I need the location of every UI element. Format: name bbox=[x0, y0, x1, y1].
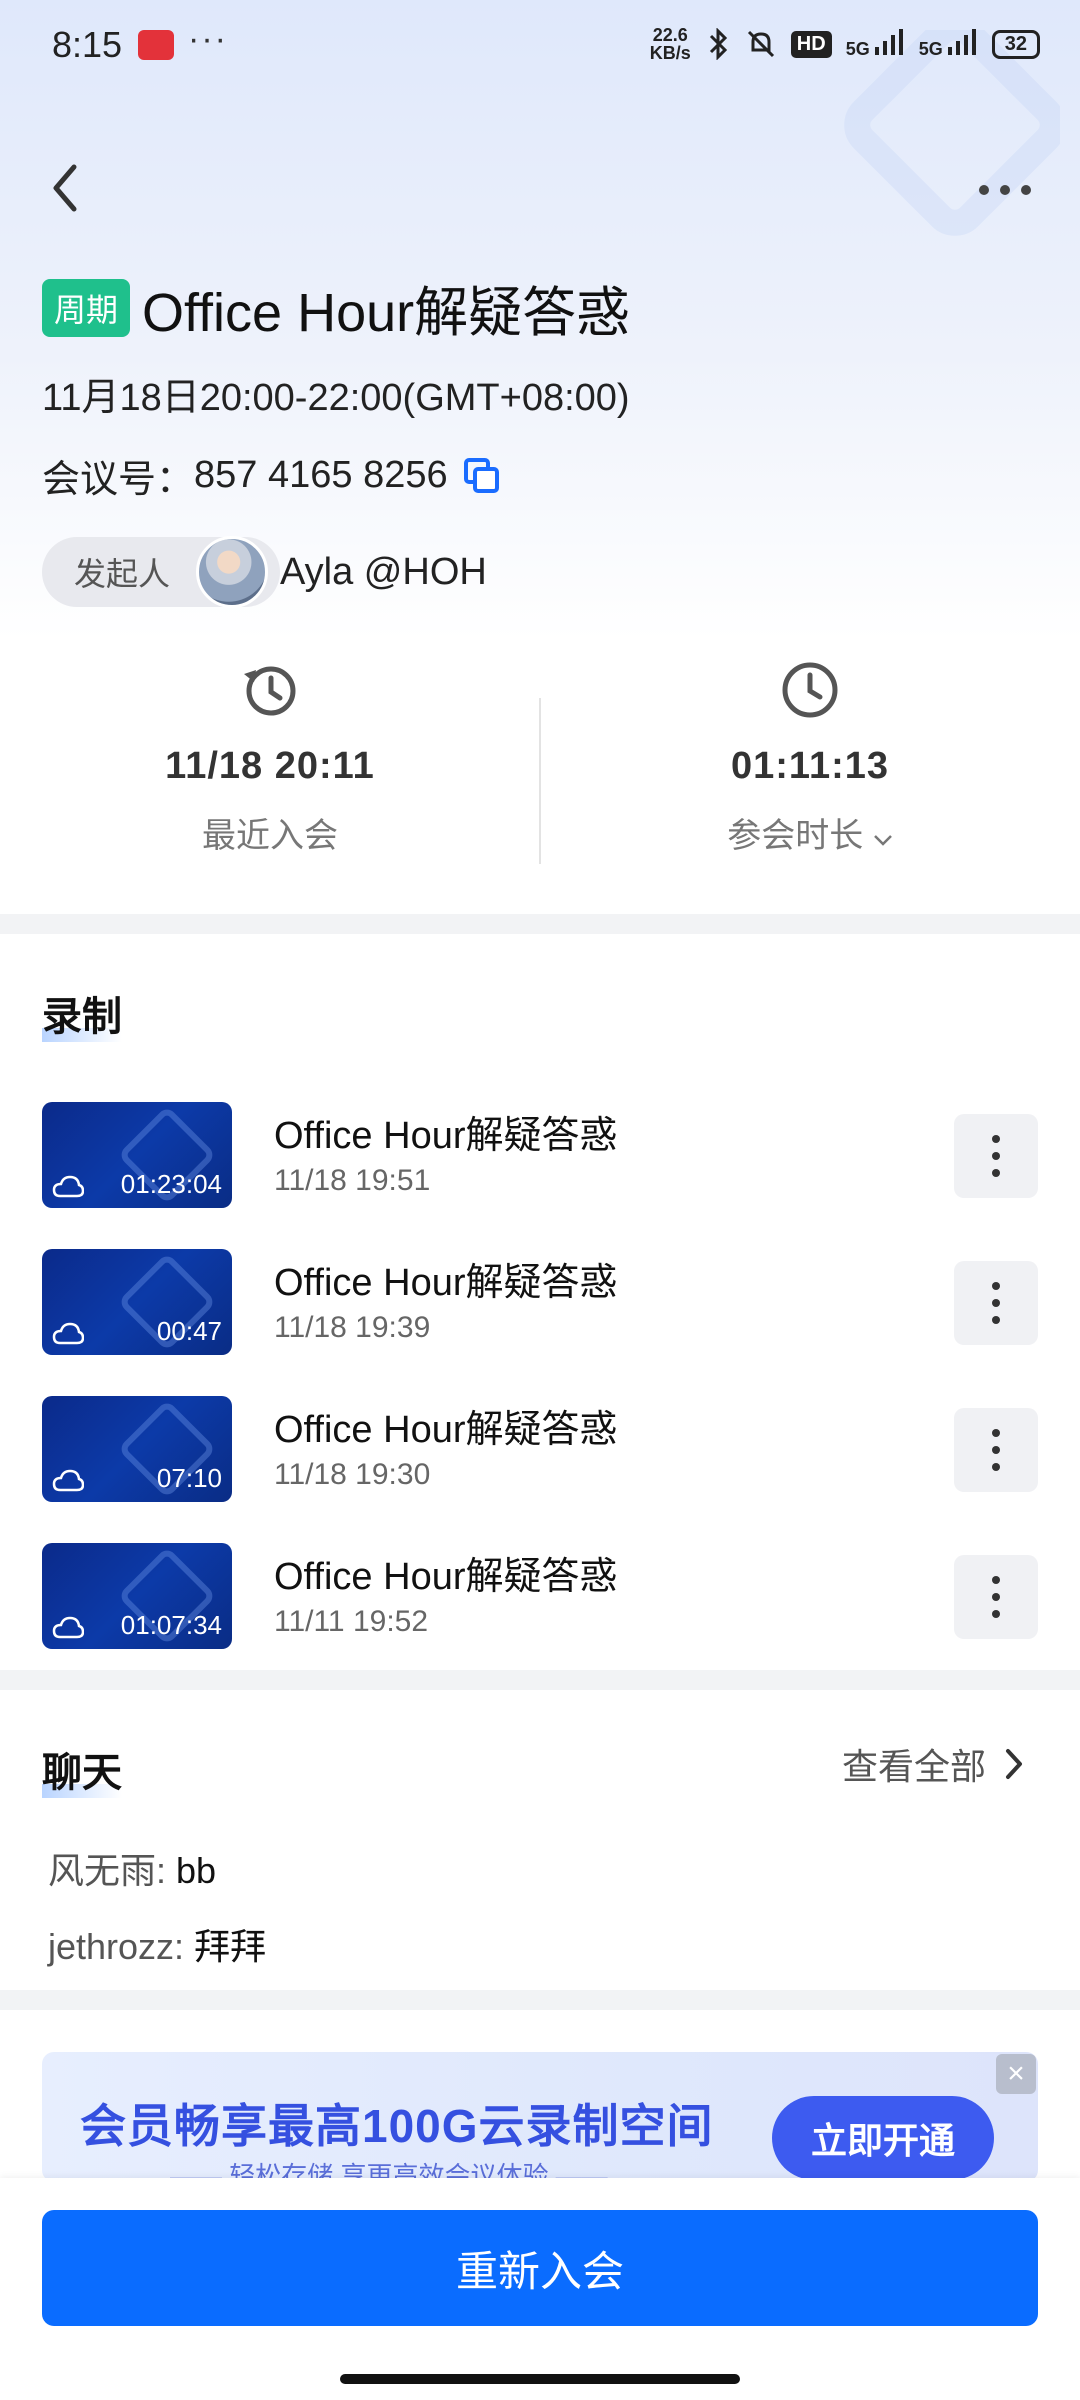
close-icon[interactable]: × bbox=[996, 2054, 1036, 2094]
list-item[interactable]: 01:23:04 Office Hour解疑答惑 11/18 19:51 bbox=[42, 1102, 1038, 1208]
host-name: Ayla @HOH bbox=[280, 550, 487, 593]
chat-sender: 风无雨: bbox=[48, 1850, 167, 1891]
list-item[interactable]: 07:10 Office Hour解疑答惑 11/18 19:30 bbox=[42, 1396, 1038, 1502]
recording-title: Office Hour解疑答惑 bbox=[274, 1409, 618, 1451]
last-join-label: 最近入会 bbox=[202, 817, 338, 855]
signal-bars-icon bbox=[874, 28, 903, 55]
back-button[interactable] bbox=[40, 158, 90, 218]
chat-text: 拜拜 bbox=[194, 1926, 267, 1967]
avatar[interactable] bbox=[196, 536, 269, 608]
meeting-stats: 11/18 20:11 最近入会 01:11:13 参会时长 bbox=[0, 660, 1080, 890]
promo-banner[interactable]: 会员畅享最高100G云录制空间 —— 轻松存储 享更高效会议体验 —— 立即开通… bbox=[42, 2052, 1038, 2182]
recording-time: 11/18 19:51 bbox=[274, 1164, 431, 1197]
recurring-tag: 周期 bbox=[42, 278, 131, 337]
view-all-chat-button[interactable]: 查看全部 bbox=[842, 1738, 1024, 1790]
more-horizontal-icon bbox=[979, 185, 1031, 195]
recordings-section-title: 录制 bbox=[42, 984, 122, 1042]
status-time: 8:15 bbox=[52, 24, 123, 65]
list-item[interactable]: 01:07:34 Office Hour解疑答惑 11/11 19:52 bbox=[42, 1543, 1038, 1649]
recording-more-button[interactable] bbox=[954, 1114, 1038, 1198]
battery-indicator: 32 bbox=[991, 29, 1040, 59]
duration-stat[interactable]: 01:11:13 参会时长 bbox=[540, 660, 1080, 857]
network-speed: 22.6 KB/s bbox=[650, 26, 691, 62]
signal-5g-1: 5G bbox=[845, 28, 905, 60]
home-indicator[interactable] bbox=[340, 2374, 740, 2384]
recording-duration: 07:10 bbox=[156, 1463, 222, 1493]
last-join-value: 11/18 20:11 bbox=[165, 745, 375, 787]
duration-label: 参会时长 bbox=[540, 808, 1080, 857]
section-divider bbox=[0, 1990, 1080, 2010]
recording-thumbnail: 01:07:34 bbox=[42, 1543, 232, 1649]
view-all-label: 查看全部 bbox=[841, 1746, 986, 1787]
promo-headline: 会员畅享最高100G云录制空间 bbox=[80, 2100, 714, 2152]
recording-time: 11/11 19:52 bbox=[274, 1605, 429, 1638]
chevron-right-icon bbox=[1006, 1749, 1022, 1779]
section-divider bbox=[0, 914, 1080, 934]
meeting-id-value: 857 4165 8256 bbox=[194, 454, 448, 496]
network-speed-unit: KB/s bbox=[649, 43, 691, 63]
mute-icon bbox=[747, 30, 774, 58]
meeting-title-row: 周期 Office Hour解疑答惑 bbox=[42, 268, 630, 347]
recordings-title-text: 录制 bbox=[42, 995, 122, 1039]
chevron-left-icon bbox=[53, 164, 77, 212]
recording-duration: 00:47 bbox=[156, 1316, 222, 1346]
signal-5g-2: 5G bbox=[918, 28, 978, 60]
more-options-button[interactable] bbox=[970, 160, 1040, 220]
status-bar: 8:15 ··· 22.6 KB/s HD 5G 5G 32 bbox=[0, 0, 1080, 92]
activate-membership-button[interactable]: 立即开通 bbox=[772, 2096, 994, 2180]
cloud-icon bbox=[52, 1175, 84, 1198]
recording-thumbnail: 01:23:04 bbox=[42, 1102, 232, 1208]
history-icon bbox=[244, 666, 296, 716]
copy-icon[interactable] bbox=[462, 456, 502, 496]
chat-section-title: 聊天 bbox=[42, 1740, 122, 1798]
chat-message: 风无雨: bb bbox=[48, 1842, 216, 1894]
chat-message: jethrozz: 拜拜 bbox=[48, 1918, 266, 1970]
duration-value: 01:11:13 bbox=[730, 745, 889, 787]
meeting-title: Office Hour解疑答惑 bbox=[142, 283, 631, 343]
recording-title: Office Hour解疑答惑 bbox=[274, 1556, 618, 1598]
recording-time: 11/18 19:39 bbox=[274, 1311, 431, 1344]
recording-more-button[interactable] bbox=[954, 1408, 1038, 1492]
recording-duration: 01:07:34 bbox=[120, 1610, 222, 1640]
recording-thumbnail: 07:10 bbox=[42, 1396, 232, 1502]
meeting-id-row: 会议号： 857 4165 8256 bbox=[42, 448, 502, 503]
recording-time: 11/18 19:30 bbox=[274, 1458, 431, 1491]
last-join-stat: 11/18 20:11 最近入会 bbox=[0, 660, 540, 857]
bluetooth-icon bbox=[709, 28, 727, 60]
chat-sender: jethrozz: bbox=[48, 1926, 185, 1967]
section-divider bbox=[0, 1670, 1080, 1690]
signal-bars-icon bbox=[947, 28, 976, 55]
recording-title: Office Hour解疑答惑 bbox=[274, 1115, 618, 1157]
chat-title-text: 聊天 bbox=[42, 1751, 122, 1795]
more-vertical-icon bbox=[992, 1429, 1000, 1471]
hd-indicator: HD bbox=[790, 30, 832, 58]
recording-duration: 01:23:04 bbox=[120, 1169, 222, 1199]
bottom-action-bar: 重新入会 bbox=[0, 2178, 1080, 2400]
list-item[interactable]: 00:47 Office Hour解疑答惑 11/18 19:39 bbox=[42, 1249, 1038, 1355]
cloud-icon bbox=[52, 1322, 84, 1345]
more-vertical-icon bbox=[992, 1135, 1000, 1177]
network-speed-value: 22.6 bbox=[652, 25, 688, 45]
chevron-down-icon bbox=[873, 835, 892, 846]
signal-5g-2-label: 5G bbox=[918, 38, 943, 59]
meeting-time: 11月18日20:00-22:00(GMT+08:00) bbox=[42, 377, 630, 419]
cloud-icon bbox=[52, 1469, 84, 1492]
duration-label-text: 参会时长 bbox=[727, 817, 864, 855]
notification-app-icon bbox=[138, 30, 174, 60]
recording-more-button[interactable] bbox=[954, 1555, 1038, 1639]
host-row: 发起人 Ayla @HOH bbox=[42, 536, 487, 608]
meeting-id-label: 会议号： bbox=[42, 459, 195, 501]
recording-thumbnail: 00:47 bbox=[42, 1249, 232, 1355]
chat-text: bb bbox=[176, 1850, 217, 1891]
more-vertical-icon bbox=[992, 1282, 1000, 1324]
status-right: 22.6 KB/s HD 5G 5G 32 bbox=[650, 26, 1040, 62]
recording-more-button[interactable] bbox=[954, 1261, 1038, 1345]
signal-5g-1-label: 5G bbox=[845, 38, 870, 59]
more-notifications-icon: ··· bbox=[188, 20, 228, 58]
rejoin-meeting-button[interactable]: 重新入会 bbox=[42, 2210, 1038, 2326]
clock-icon bbox=[782, 662, 838, 718]
cloud-icon bbox=[52, 1616, 84, 1639]
more-vertical-icon bbox=[992, 1576, 1000, 1618]
recording-title: Office Hour解疑答惑 bbox=[274, 1262, 618, 1304]
